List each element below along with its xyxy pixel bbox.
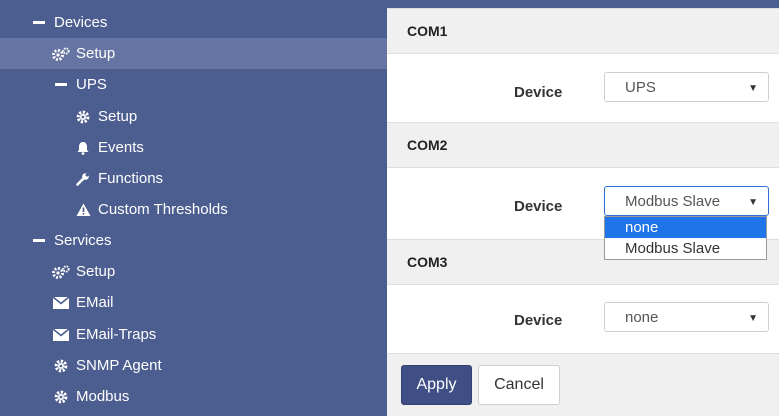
apply-button[interactable]: Apply <box>401 365 472 405</box>
select-value: Modbus Slave <box>625 192 721 210</box>
minus-icon <box>30 232 48 250</box>
envelope-icon <box>52 294 70 312</box>
sidebar-item-label: Setup <box>98 108 138 125</box>
gear-icon <box>74 108 92 126</box>
sidebar-item-label: Modbus <box>76 388 130 405</box>
gears-icon <box>52 45 70 63</box>
gear-icon <box>52 388 70 406</box>
sidebar-item-modbus[interactable]: Modbus <box>0 381 387 412</box>
device-select-com2[interactable]: Modbus Slave ▼ <box>604 186 769 216</box>
sidebar-item-email[interactable]: EMail <box>0 287 387 318</box>
caret-down-icon: ▼ <box>748 83 758 94</box>
top-border <box>387 0 779 8</box>
sidebar-item-functions[interactable]: Functions <box>0 163 387 194</box>
device-label: Device <box>514 198 563 215</box>
device-select-com3[interactable]: none ▼ <box>604 302 769 332</box>
warning-icon <box>74 201 92 219</box>
sidebar-item-ups-setup[interactable]: Setup <box>0 101 387 132</box>
sidebar-item-label: Devices <box>54 14 108 31</box>
sidebar-item-services-setup[interactable]: Setup <box>0 256 387 287</box>
section-title: COM2 <box>407 137 448 153</box>
cancel-button[interactable]: Cancel <box>478 365 560 405</box>
caret-down-icon: ▼ <box>748 313 758 324</box>
device-select-com1[interactable]: UPS ▼ <box>604 72 769 102</box>
sidebar-item-label: Events <box>98 139 144 156</box>
sidebar-item-events[interactable]: Events <box>0 132 387 163</box>
sidebar-item-label: Setup <box>76 263 116 280</box>
sidebar-item-devices-setup[interactable]: Setup <box>0 38 387 69</box>
sidebar-item-label: UPS <box>76 76 107 93</box>
sidebar-item-label: Custom Thresholds <box>98 201 228 218</box>
sidebar-item-custom-thresholds[interactable]: Custom Thresholds <box>0 194 387 225</box>
sidebar-item-snmp-agent[interactable]: SNMP Agent <box>0 350 387 381</box>
minus-icon <box>52 76 70 94</box>
sidebar-item-services[interactable]: Services <box>0 225 387 256</box>
wrench-icon <box>74 170 92 188</box>
sidebar-item-devices[interactable]: Devices <box>0 7 387 38</box>
sidebar-nav: Devices Setup UPS Setup Events Functions… <box>0 0 387 416</box>
select-value: none <box>625 308 659 326</box>
dropdown-option-none[interactable]: none <box>605 217 766 238</box>
sidebar-item-label: Services <box>54 232 112 249</box>
sidebar-item-label: Functions <box>98 170 164 187</box>
gear-icon <box>52 357 70 375</box>
device-dropdown-list: none Modbus Slave <box>604 216 767 260</box>
dropdown-option-modbus-slave[interactable]: Modbus Slave <box>605 238 766 259</box>
device-label: Device <box>514 84 563 101</box>
device-label: Device <box>514 312 563 329</box>
envelope-icon <box>52 326 70 344</box>
sidebar-item-label: SNMP Agent <box>76 357 162 374</box>
caret-down-icon: ▼ <box>748 197 758 208</box>
sidebar-item-ups[interactable]: UPS <box>0 69 387 100</box>
sidebar-item-label: Setup <box>76 45 116 62</box>
gears-icon <box>52 263 70 281</box>
section-header-com1: COM1 <box>387 8 779 54</box>
bell-icon <box>74 139 92 157</box>
minus-icon <box>30 14 48 32</box>
select-value: UPS <box>625 78 656 96</box>
sidebar-item-email-traps[interactable]: EMail-Traps <box>0 319 387 350</box>
section-title: COM3 <box>407 254 448 270</box>
sidebar-item-label: EMail-Traps <box>76 326 157 343</box>
section-title: COM1 <box>407 23 448 39</box>
section-header-com2: COM2 <box>387 122 779 168</box>
sidebar-item-label: EMail <box>76 294 114 311</box>
